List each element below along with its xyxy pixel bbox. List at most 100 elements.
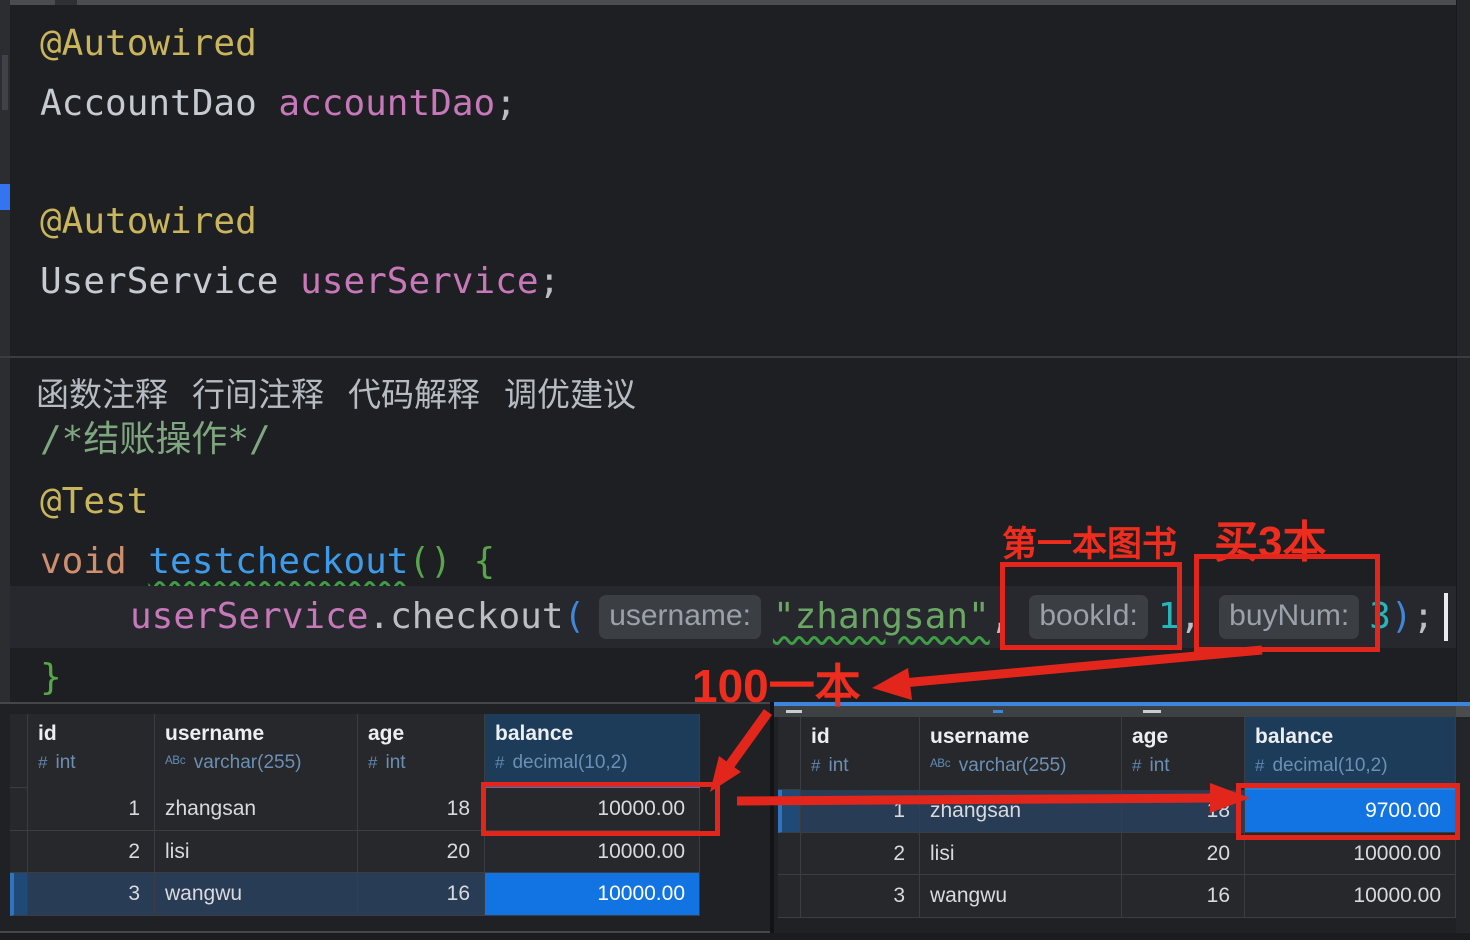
cell-age[interactable]: 18: [1122, 790, 1245, 833]
cell-balance[interactable]: 10000.00: [1245, 875, 1456, 918]
column-type: #int: [368, 752, 484, 774]
row-gutter[interactable]: [778, 875, 801, 918]
tab-marker: [55, 0, 77, 5]
cell-age[interactable]: 16: [1122, 875, 1245, 918]
cell-age[interactable]: 20: [1122, 833, 1245, 875]
cell-id[interactable]: 2: [28, 831, 155, 873]
header-resize-strip[interactable]: [774, 706, 1456, 717]
cell-age[interactable]: 18: [358, 788, 485, 831]
editor-scrollbar-marker[interactable]: [0, 184, 10, 210]
column-type: ᴬᴮᶜvarchar(255): [930, 755, 1121, 777]
column-header-balance[interactable]: balance #decimal(10,2): [1245, 717, 1456, 790]
resize-handle[interactable]: [993, 710, 1003, 713]
cell-id[interactable]: 2: [801, 833, 920, 875]
row-header-corner: [778, 717, 801, 790]
cell-balance-selected[interactable]: 10000.00: [485, 873, 700, 916]
window-top-edge: [10, 0, 1456, 5]
hash-icon: #: [811, 756, 820, 776]
arrow-price-line: [892, 650, 1262, 684]
semicolon: ;: [1413, 595, 1435, 639]
highlight-box-balance-after: [1236, 783, 1460, 840]
parens: (): [408, 541, 451, 582]
column-name: id: [811, 725, 919, 749]
keyword-void: void: [40, 541, 148, 582]
column-header-id[interactable]: id #int: [801, 717, 920, 790]
close-paren: ): [1391, 595, 1413, 639]
resize-handle[interactable]: [1143, 710, 1161, 713]
arrow-price-head: [872, 668, 912, 700]
row-header-corner: [10, 714, 28, 788]
hash-icon: #: [495, 753, 504, 773]
text-cursor: [1444, 593, 1448, 641]
cell-id[interactable]: 1: [28, 788, 155, 831]
annotation-test: @Test: [40, 480, 148, 524]
row-gutter[interactable]: [10, 831, 28, 873]
column-name: id: [38, 722, 154, 746]
code-line-accountdao: AccountDao accountDao;: [40, 82, 517, 126]
highlight-box-balance-before: [481, 782, 720, 836]
column-header-balance[interactable]: balance #decimal(10,2): [485, 714, 700, 788]
column-name: balance: [1255, 725, 1455, 749]
comment-line: /*结账操作*/: [40, 418, 271, 462]
field-name: accountDao: [278, 83, 495, 124]
row-gutter[interactable]: [778, 833, 801, 875]
class-name: AccountDao: [40, 83, 278, 124]
cell-age[interactable]: 20: [358, 831, 485, 873]
cell-username[interactable]: lisi: [920, 833, 1122, 875]
cell-username[interactable]: wangwu: [155, 873, 358, 916]
column-type: #decimal(10,2): [495, 752, 699, 774]
column-header-age[interactable]: age #int: [358, 714, 485, 788]
column-name: balance: [495, 722, 699, 746]
column-name: age: [368, 722, 484, 746]
ai-action-code-explain[interactable]: 代码解释: [348, 368, 480, 416]
abc-icon: ᴬᴮᶜ: [165, 753, 186, 773]
cell-username[interactable]: lisi: [155, 831, 358, 873]
annotation-autowired-2: @Autowired: [40, 200, 257, 244]
hash-icon: #: [38, 753, 47, 773]
row-gutter[interactable]: [10, 788, 28, 831]
editor-right-stripe: [1456, 0, 1470, 702]
string-zhangsan: "zhangsan": [773, 595, 990, 639]
open-brace: {: [452, 541, 495, 582]
window-bottom-edge: [0, 933, 1470, 940]
cell-balance[interactable]: 10000.00: [485, 831, 700, 873]
column-type: #int: [1132, 755, 1244, 777]
object-userservice: userService: [130, 595, 368, 639]
annotation-first-book: 第一本图书: [1002, 516, 1177, 567]
method-name-testcheckout: testcheckout: [148, 541, 408, 582]
cell-id[interactable]: 1: [801, 790, 920, 833]
annotation-autowired-1: @Autowired: [40, 22, 257, 66]
cell-username[interactable]: zhangsan: [155, 788, 358, 831]
semicolon: ;: [539, 261, 561, 302]
hash-icon: #: [368, 753, 377, 773]
cell-id[interactable]: 3: [28, 873, 155, 916]
left-stripe-mark: [2, 55, 8, 110]
ide-window: @Autowired AccountDao accountDao; @Autow…: [0, 0, 1470, 940]
cell-id[interactable]: 3: [801, 875, 920, 918]
open-paren: (: [564, 595, 586, 639]
ai-actions-row: 函数注释 行间注释 代码解释 调优建议: [36, 368, 636, 416]
column-header-username[interactable]: username ᴬᴮᶜvarchar(255): [920, 717, 1122, 790]
cell-username[interactable]: zhangsan: [920, 790, 1122, 833]
ai-action-tuning-advice[interactable]: 调优建议: [504, 368, 636, 416]
semicolon: ;: [495, 83, 517, 124]
abc-icon: ᴬᴮᶜ: [930, 756, 951, 776]
column-name: username: [165, 722, 357, 746]
cell-username[interactable]: wangwu: [920, 875, 1122, 918]
column-type: #int: [811, 755, 919, 777]
editor-section-divider: [0, 356, 1470, 358]
column-header-id[interactable]: id #int: [28, 714, 155, 788]
row-gutter-selected[interactable]: [10, 873, 28, 916]
hash-icon: #: [1255, 756, 1264, 776]
annotation-price-per-book: 100一本: [692, 650, 861, 716]
code-line-userservice: UserService userService;: [40, 260, 560, 304]
ai-action-function-comment[interactable]: 函数注释: [36, 368, 168, 416]
code-line-method-signature: void testcheckout() {: [40, 540, 495, 584]
cell-age[interactable]: 16: [358, 873, 485, 916]
column-header-username[interactable]: username ᴬᴮᶜvarchar(255): [155, 714, 358, 788]
column-header-age[interactable]: age #int: [1122, 717, 1245, 790]
ai-action-inline-comment[interactable]: 行间注释: [192, 368, 324, 416]
column-type: #decimal(10,2): [1255, 755, 1455, 777]
field-name: userService: [300, 261, 538, 302]
row-gutter-selected[interactable]: [778, 790, 801, 833]
